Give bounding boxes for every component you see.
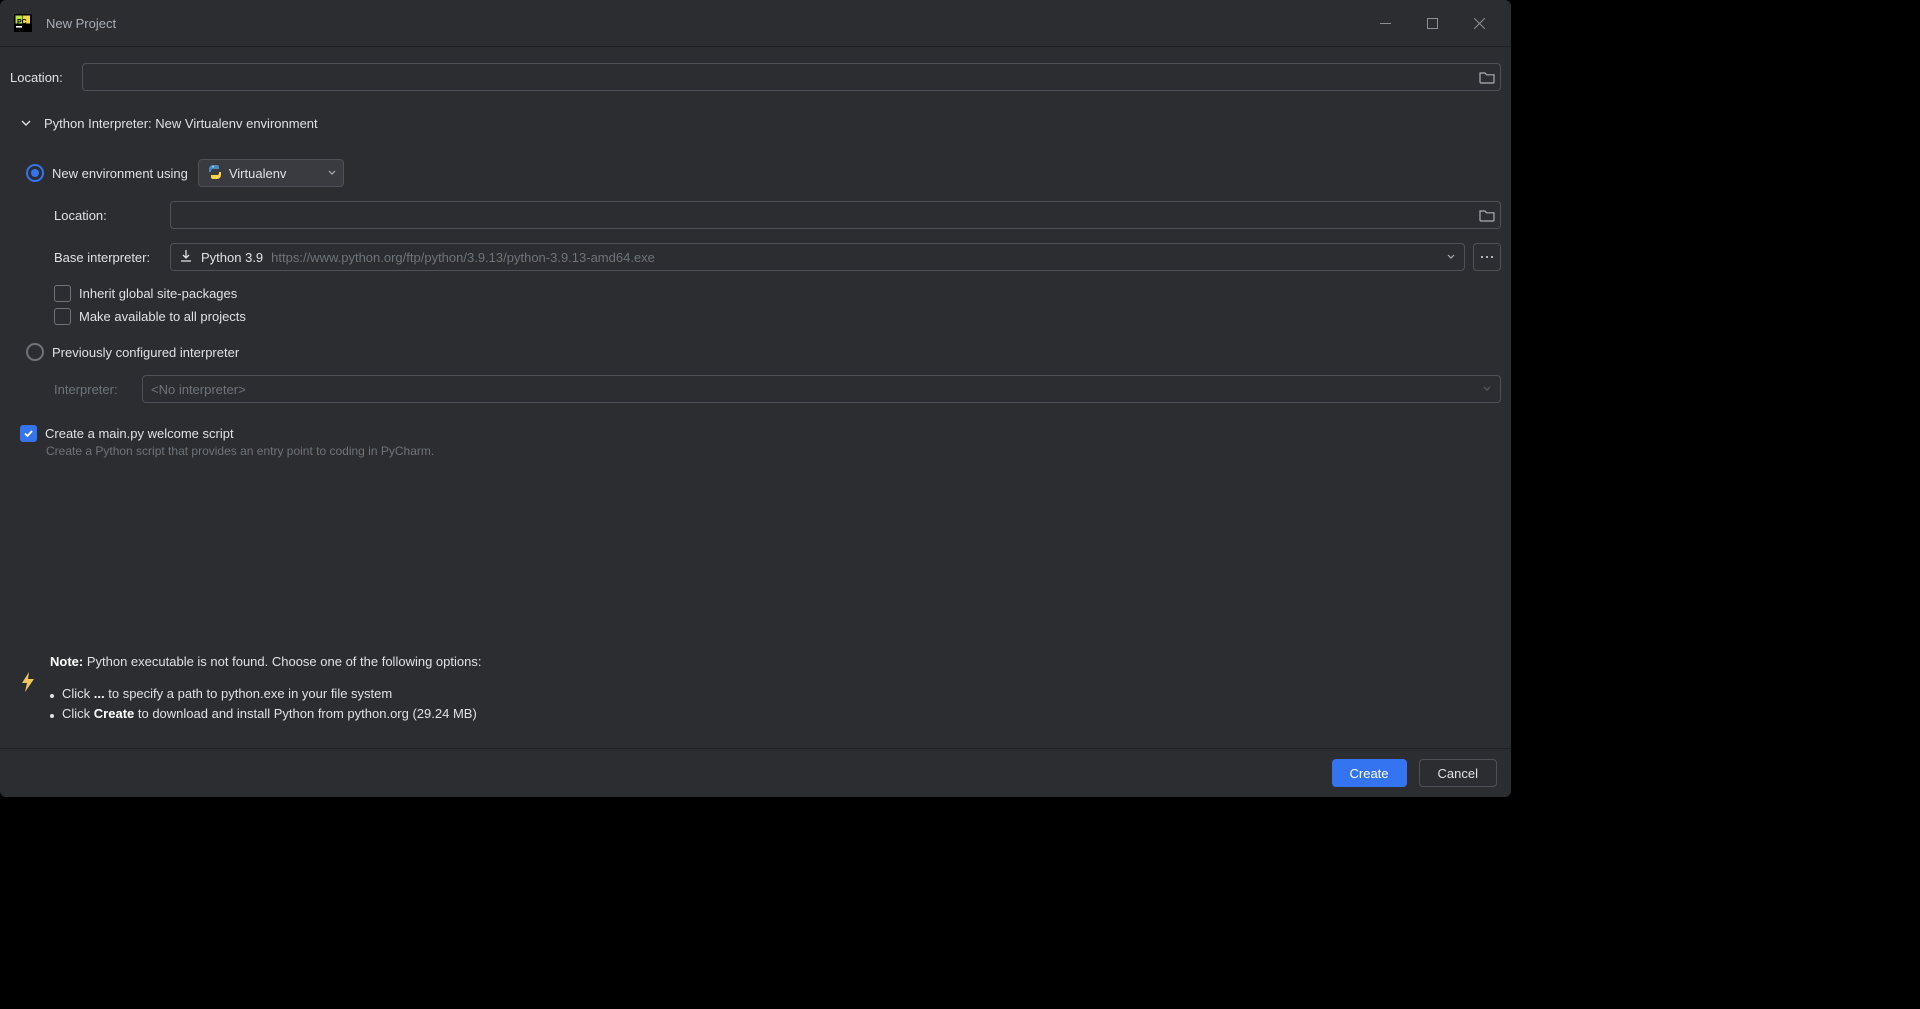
window-controls <box>1362 0 1503 47</box>
project-location-field-wrapper <box>82 63 1501 91</box>
prev-interpreter-dropdown: <No interpreter> <box>142 375 1501 403</box>
chevron-down-icon <box>1482 382 1492 397</box>
interpreter-section-header[interactable]: Python Interpreter: New Virtualenv envir… <box>18 115 1501 131</box>
make-available-row: Make available to all projects <box>10 308 1501 325</box>
inherit-packages-checkbox[interactable] <box>54 285 71 302</box>
close-button[interactable] <box>1456 0 1503 47</box>
note-text: Note: Python executable is not found. Ch… <box>50 652 481 724</box>
chevron-down-icon <box>327 166 337 181</box>
base-interpreter-label: Base interpreter: <box>54 250 170 265</box>
note-bullet-2: Click Create to download and install Pyt… <box>50 704 481 724</box>
download-icon <box>179 249 193 266</box>
env-location-input[interactable] <box>170 201 1501 229</box>
new-environment-row: New environment using Virtualenv <box>10 159 1501 187</box>
new-environment-radio[interactable] <box>26 164 44 182</box>
note-bullet-1: Click ... to specify a path to python.ex… <box>50 684 481 704</box>
prev-interpreter-value: <No interpreter> <box>151 382 246 397</box>
folder-icon[interactable] <box>1477 205 1497 225</box>
svg-text:PC: PC <box>17 19 27 26</box>
python-icon <box>207 164 223 183</box>
pycharm-icon: PC <box>14 14 32 32</box>
welcome-script-hint: Create a Python script that provides an … <box>46 444 1501 458</box>
titlebar: PC New Project <box>0 0 1511 47</box>
make-available-checkbox[interactable] <box>54 308 71 325</box>
interpreter-section-title: Python Interpreter: New Virtualenv envir… <box>44 116 318 131</box>
previously-configured-radio[interactable] <box>26 343 44 361</box>
env-location-row: Location: <box>10 201 1501 229</box>
base-interpreter-dropdown[interactable]: Python 3.9 https://www.python.org/ftp/py… <box>170 243 1465 271</box>
previously-configured-label: Previously configured interpreter <box>52 345 239 360</box>
inherit-packages-row: Inherit global site-packages <box>10 285 1501 302</box>
minimize-button[interactable] <box>1362 0 1409 47</box>
env-location-field-wrapper <box>170 201 1501 229</box>
welcome-script-checkbox[interactable] <box>20 425 37 442</box>
prev-interpreter-row: Interpreter: <No interpreter> <box>10 375 1501 403</box>
dialog-body: Location: Python Interpreter: New Virtua… <box>0 47 1511 749</box>
cancel-button[interactable]: Cancel <box>1419 759 1497 787</box>
welcome-script-row: Create a main.py welcome script <box>20 425 1501 442</box>
new-project-dialog: PC New Project Location: <box>0 0 1511 797</box>
note-block: Note: Python executable is not found. Ch… <box>14 644 1501 738</box>
chevron-down-icon <box>1446 250 1456 265</box>
previously-configured-row: Previously configured interpreter <box>10 343 1501 361</box>
environment-tool-value: Virtualenv <box>229 166 287 181</box>
bullet-icon <box>50 714 54 718</box>
folder-icon[interactable] <box>1477 67 1497 87</box>
base-interpreter-row: Base interpreter: Python 3.9 https://www… <box>10 243 1501 271</box>
dialog-footer: Create Cancel <box>0 749 1511 797</box>
welcome-script-label: Create a main.py welcome script <box>45 426 234 441</box>
project-location-row: Location: <box>10 63 1501 91</box>
make-available-label: Make available to all projects <box>79 309 246 324</box>
environment-tool-dropdown[interactable]: Virtualenv <box>198 159 344 187</box>
note-body: Python executable is not found. Choose o… <box>87 654 482 669</box>
create-button[interactable]: Create <box>1332 759 1407 787</box>
project-location-label: Location: <box>10 70 82 85</box>
window-title: New Project <box>46 16 1362 31</box>
base-interpreter-name: Python 3.9 <box>201 250 263 265</box>
chevron-down-icon <box>18 115 34 131</box>
maximize-button[interactable] <box>1409 0 1456 47</box>
base-interpreter-url: https://www.python.org/ftp/python/3.9.13… <box>271 250 655 265</box>
lightning-icon <box>20 672 36 724</box>
project-location-input[interactable] <box>82 63 1501 91</box>
bullet-icon <box>50 694 54 698</box>
inherit-packages-label: Inherit global site-packages <box>79 286 237 301</box>
new-environment-label: New environment using <box>52 166 188 181</box>
browse-interpreter-button[interactable] <box>1473 243 1501 271</box>
note-prefix: Note: <box>50 654 83 669</box>
env-location-label: Location: <box>54 208 170 223</box>
prev-interpreter-label: Interpreter: <box>54 382 142 397</box>
